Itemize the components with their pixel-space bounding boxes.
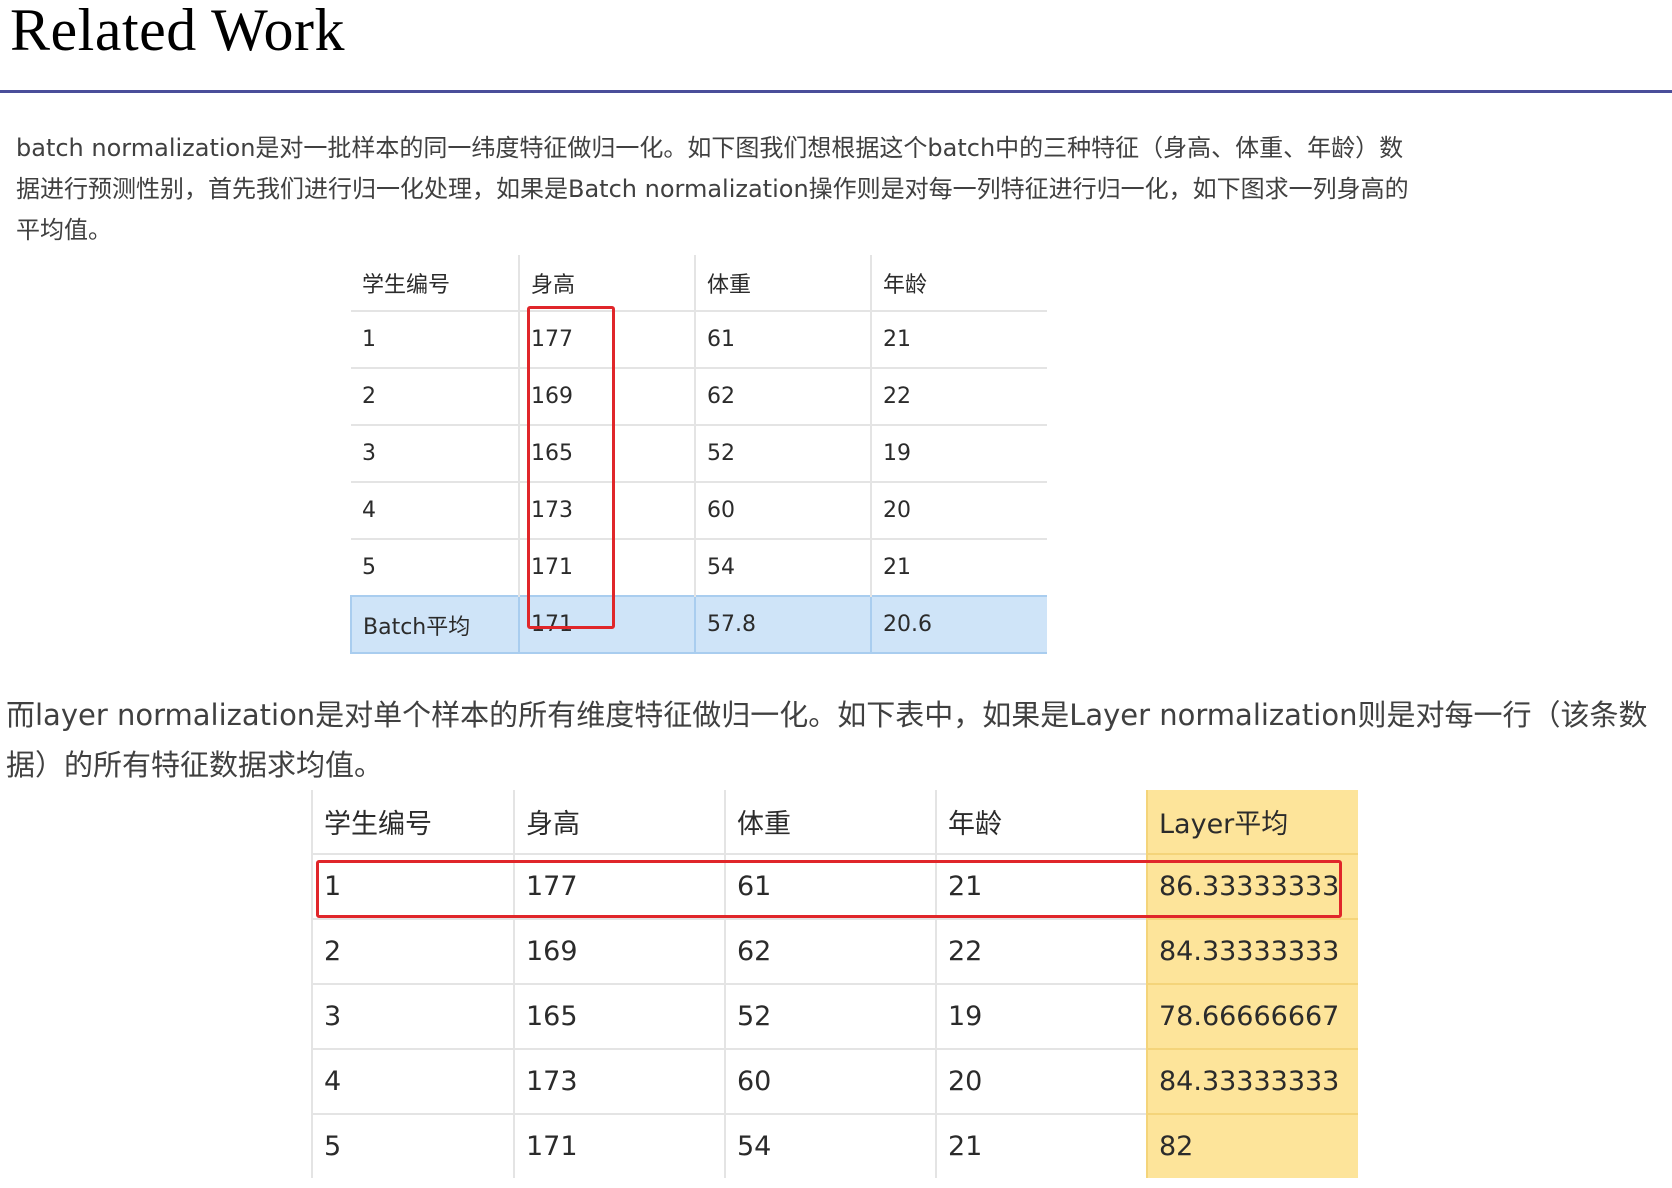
- header-cell: 身高: [518, 255, 695, 311]
- table-cell: 20: [935, 1048, 1147, 1114]
- header-cell: Layer平均: [1146, 790, 1358, 854]
- batch-norm-paragraph: batch normalization是对一批样本的同一纬度特征做归一化。如下图…: [16, 134, 1409, 244]
- table-cell: 20.6: [870, 595, 1047, 654]
- table-row: 4 173 60 20: [351, 481, 1047, 539]
- header-cell: 年龄: [935, 790, 1147, 854]
- table-cell: 22: [935, 918, 1147, 984]
- table-cell: 52: [724, 983, 936, 1049]
- table-cell: 60: [724, 1048, 936, 1114]
- table-cell: 61: [694, 310, 871, 368]
- table-cell: 54: [694, 538, 871, 596]
- table-cell: 57.8: [694, 595, 871, 654]
- table-row: 4 173 60 20 84.33333333: [311, 1048, 1358, 1114]
- header-cell: 学生编号: [311, 790, 514, 854]
- table-cell: 84.33333333: [1146, 918, 1358, 984]
- table-cell: 171: [513, 1113, 725, 1178]
- table-row: 3 165 52 19: [351, 424, 1047, 482]
- table-cell: 78.66666667: [1146, 983, 1358, 1049]
- table-cell: 173: [513, 1048, 725, 1114]
- table-cell: 4: [311, 1048, 514, 1114]
- table-cell: 3: [311, 983, 514, 1049]
- row-one-highlight: [316, 860, 1342, 918]
- table-cell: 22: [870, 367, 1047, 425]
- table-cell: 3: [351, 424, 519, 482]
- header-cell: 体重: [694, 255, 871, 311]
- table-cell: Batch平均: [350, 595, 519, 654]
- table-cell: 21: [870, 538, 1047, 596]
- header-cell: 年龄: [870, 255, 1047, 311]
- table-row: 2 169 62 22: [351, 367, 1047, 425]
- table-cell: 21: [870, 310, 1047, 368]
- table-cell: 52: [694, 424, 871, 482]
- table-cell: 54: [724, 1113, 936, 1178]
- table-header-row: 学生编号 身高 体重 年龄 Layer平均: [311, 790, 1358, 854]
- batch-norm-table: 学生编号 身高 体重 年龄 1 177 61 21 2 169 62 22 3 …: [350, 255, 1047, 654]
- height-column-highlight: [527, 306, 615, 629]
- table-row: 3 165 52 19 78.66666667: [311, 983, 1358, 1049]
- table-cell: 2: [311, 918, 514, 984]
- table-cell: 4: [351, 481, 519, 539]
- header-cell: 身高: [513, 790, 725, 854]
- layer-norm-paragraph: 而layer normalization是对单个样本的所有维度特征做归一化。如下…: [6, 698, 1648, 782]
- header-cell: 学生编号: [362, 272, 451, 298]
- table-cell: 2: [351, 367, 519, 425]
- table-cell: 1: [351, 310, 519, 368]
- table-row: 5 171 54 21: [351, 538, 1047, 596]
- table-cell: 165: [513, 983, 725, 1049]
- table-header-row: 学生编号 身高 体重 年龄: [351, 255, 1047, 311]
- batch-average-row: Batch平均 171 57.8 20.6: [350, 595, 1047, 654]
- table-row: 2 169 62 22 84.33333333: [311, 918, 1358, 984]
- table-cell: 20: [870, 481, 1047, 539]
- table-cell: 82: [1146, 1113, 1358, 1178]
- table-cell: 62: [694, 367, 871, 425]
- table-cell: 62: [724, 918, 936, 984]
- table-cell: 84.33333333: [1146, 1048, 1358, 1114]
- page-title: Related Work: [10, 0, 345, 63]
- table-cell: 60: [694, 481, 871, 539]
- title-underline: [0, 90, 1672, 93]
- table-cell: 169: [513, 918, 725, 984]
- table-cell: 5: [351, 538, 519, 596]
- table-cell: 21: [935, 1113, 1147, 1178]
- table-row: 5 171 54 21 82: [311, 1113, 1358, 1178]
- table-cell: 19: [935, 983, 1147, 1049]
- table-row: 1 177 61 21: [351, 310, 1047, 368]
- table-cell: 5: [311, 1113, 514, 1178]
- header-cell: 体重: [724, 790, 936, 854]
- layer-norm-table: 学生编号 身高 体重 年龄 Layer平均 1 177 61 21 86.333…: [311, 790, 1358, 1178]
- table-cell: 19: [870, 424, 1047, 482]
